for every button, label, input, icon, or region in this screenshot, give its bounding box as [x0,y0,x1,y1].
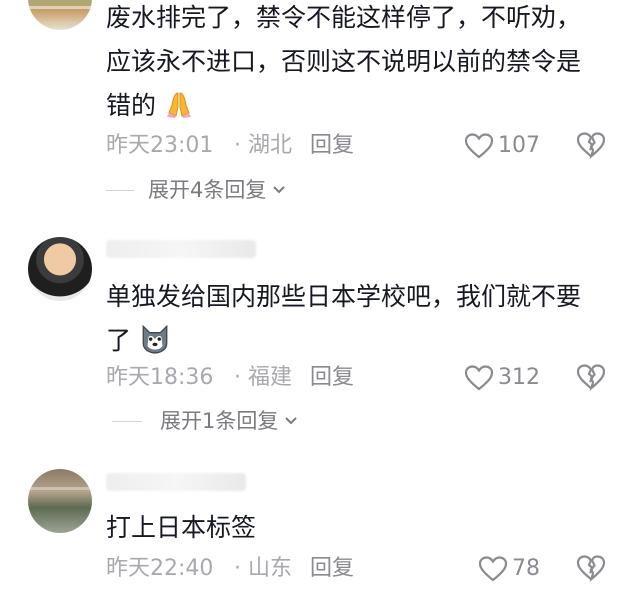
comment-time: 昨天18:36 [106,365,214,390]
avatar[interactable] [28,469,92,533]
comment-time: 昨天23:01 [106,133,214,158]
comment-text: 单独发给国内那些日本学校吧，我们就不要 了 [106,275,616,363]
comment-location: · 山东 [234,556,292,581]
expand-replies-label: 展开1条回复 [160,409,279,433]
husky-face-icon [142,324,168,354]
comment-meta: 昨天18:36 · 福建 回复 312 [106,363,606,393]
comment-meta: 昨天22:40 · 山东 回复 78 [106,554,606,584]
like-count: 107 [498,133,540,158]
chevron-down-icon [285,417,298,425]
comment-time: 昨天22:40 [106,556,214,581]
comment-line: 废水排完了，禁令不能这样停了，不听劝， [106,3,582,32]
username-blurred[interactable] [106,240,256,258]
expand-replies-button[interactable]: 展开4条回复 [106,175,286,205]
broken-heart-icon [576,364,606,392]
comment-line: 应该永不进口，否则这不说明以前的禁令是 [106,47,582,76]
username-blurred[interactable] [106,473,246,491]
reply-button[interactable]: 回复 [310,363,354,393]
chevron-down-icon [273,186,286,194]
divider [112,420,142,422]
dislike-button[interactable] [576,363,606,400]
heart-icon [478,556,508,582]
expand-replies-label: 展开4条回复 [148,178,267,202]
comment-line: 了 [106,326,132,355]
reply-button[interactable]: 回复 [310,554,354,584]
folded-hands-icon [166,92,191,118]
comment-location: · 福建 [234,365,292,390]
comment-line: 单独发给国内那些日本学校吧，我们就不要 [106,282,582,311]
heart-icon [464,133,494,159]
reply-button[interactable]: 回复 [310,131,354,161]
like-button[interactable]: 78 [478,554,540,584]
dislike-button[interactable] [576,131,606,168]
like-count: 312 [498,365,540,390]
comment-line: 打上日本标签 [106,513,257,542]
broken-heart-icon [576,132,606,160]
like-button[interactable]: 312 [464,363,540,393]
dislike-button[interactable] [576,554,606,591]
avatar[interactable] [28,0,92,30]
comment-meta: 昨天23:01 · 湖北 回复 107 [106,131,606,161]
broken-heart-icon [576,555,606,583]
avatar[interactable] [28,237,92,301]
expand-replies-button[interactable]: 展开1条回复 [106,406,298,436]
divider [106,189,134,191]
comment-text: 废水排完了，禁令不能这样停了，不听劝， 应该永不进口，否则这不说明以前的禁令是 … [106,0,616,128]
comment-location: · 湖北 [234,133,292,158]
heart-icon [464,365,494,391]
comment-text: 打上日本标签 [106,506,616,550]
like-button[interactable]: 107 [464,131,540,161]
like-count: 78 [512,556,540,581]
comment-line: 错的 [106,91,157,120]
